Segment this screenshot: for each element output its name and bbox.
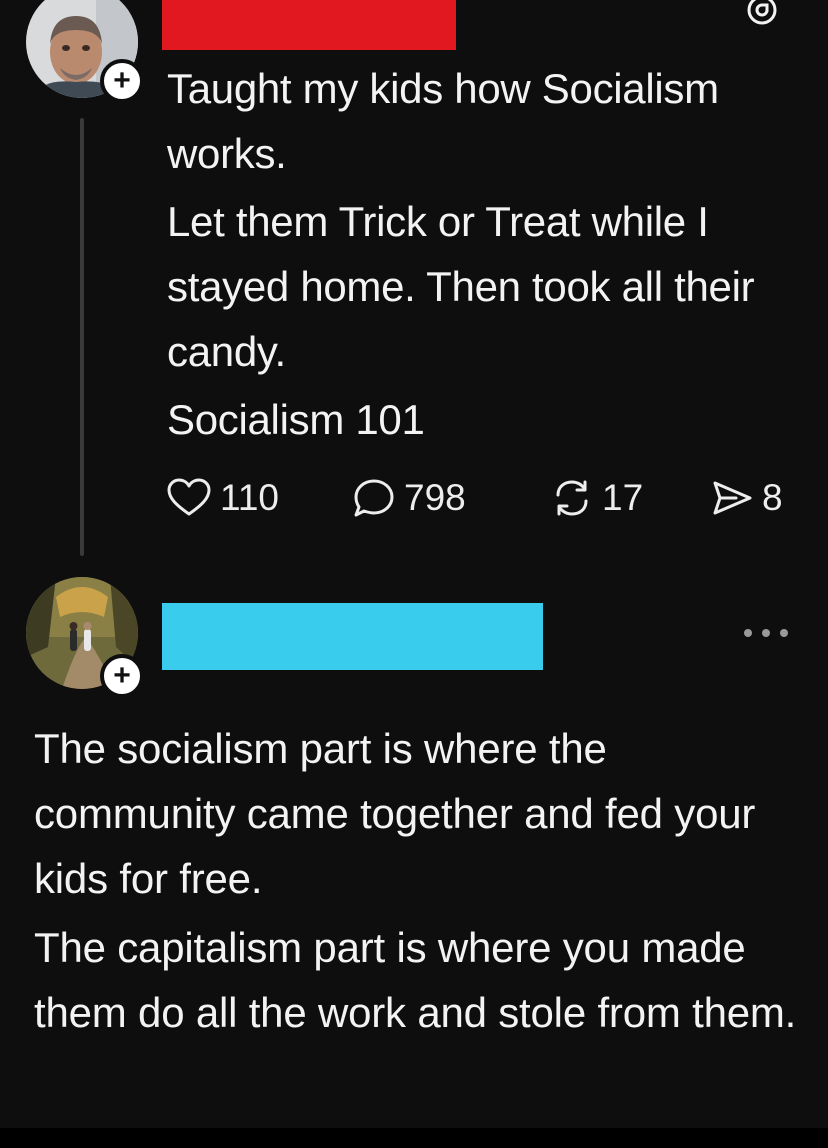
post-paragraph: Socialism 101	[167, 396, 425, 443]
repost-button[interactable]: 17	[550, 474, 643, 522]
follow-button[interactable]: +	[100, 654, 144, 698]
post-paragraph: Let them Trick or Treat while I stayed h…	[167, 198, 755, 375]
bottom-edge	[0, 1128, 828, 1148]
dot	[780, 629, 788, 637]
redacted-username	[162, 603, 543, 670]
redacted-username	[162, 0, 456, 50]
threads-logo-icon[interactable]	[746, 0, 778, 26]
dot	[744, 629, 752, 637]
share-count: 8	[762, 477, 783, 518]
post-actions-bar: 110 798 17 8	[166, 474, 806, 522]
plus-icon: +	[113, 659, 131, 692]
dot	[762, 629, 770, 637]
more-options-icon[interactable]	[744, 626, 788, 640]
reply-count: 798	[404, 477, 466, 518]
share-button[interactable]: 8	[710, 474, 783, 522]
post-body: Taught my kids how Socialism works. Let …	[167, 56, 807, 452]
repost-count: 17	[602, 477, 644, 518]
follow-button[interactable]: +	[100, 59, 144, 103]
reply-button[interactable]: 798	[352, 474, 466, 522]
post-paragraph: Taught my kids how Socialism works.	[167, 65, 719, 177]
like-count: 110	[220, 477, 279, 518]
reply-paragraph: The capitalism part is where you made th…	[34, 924, 797, 1036]
heart-icon	[167, 478, 211, 516]
send-icon	[713, 481, 752, 515]
repost-icon	[556, 480, 588, 516]
thread-connector-line	[80, 118, 84, 556]
comment-icon	[354, 479, 394, 517]
reply-body: The socialism part is where the communit…	[34, 716, 814, 1045]
like-button[interactable]: 110	[166, 474, 279, 522]
plus-icon: +	[113, 64, 131, 97]
reply-paragraph: The socialism part is where the communit…	[34, 725, 756, 902]
